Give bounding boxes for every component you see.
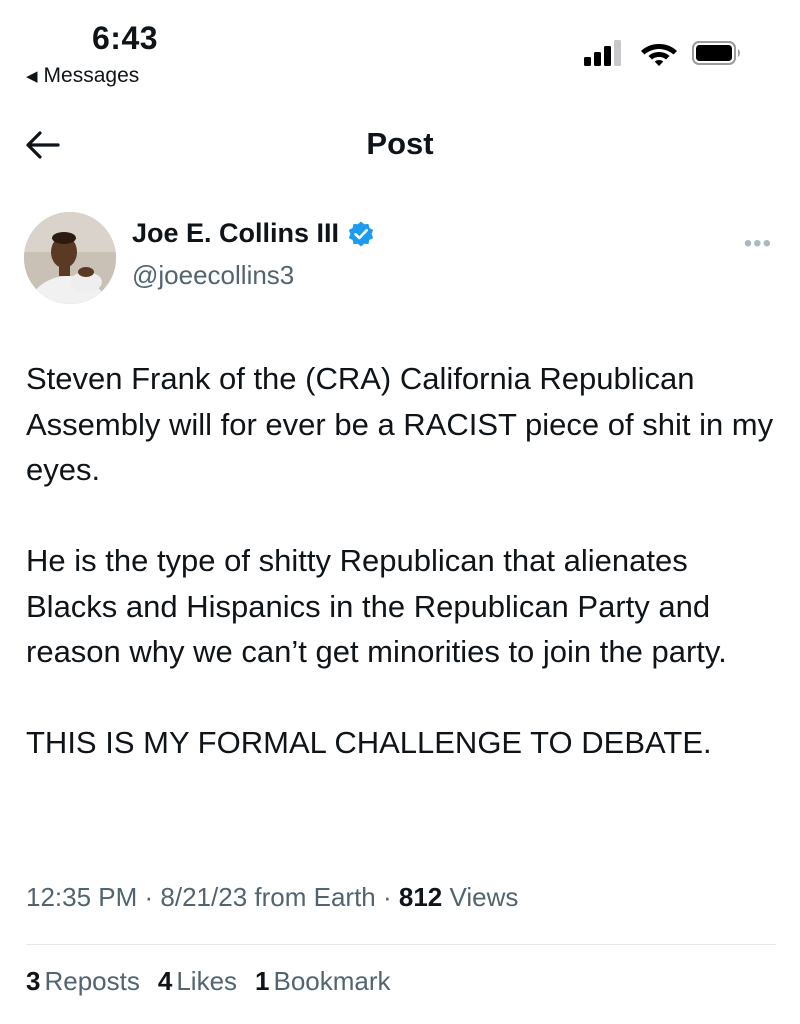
meta-separator: · [137, 882, 161, 912]
divider [26, 944, 776, 945]
views-count: 812 [398, 882, 443, 912]
likes-stat[interactable]: 4 Likes [158, 966, 237, 997]
post-source: from Earth [247, 882, 376, 912]
wifi-icon [641, 44, 677, 66]
back-to-app-link[interactable]: ◀ Messages [26, 64, 139, 88]
avatar-image [24, 212, 116, 304]
back-app-label: Messages [43, 64, 140, 87]
more-options-icon[interactable]: ••• [744, 230, 772, 258]
status-time: 6:43 [92, 20, 159, 56]
bookmarks-label: Bookmark [273, 966, 391, 996]
engagement-stats: 3 Reposts 4 Likes 1 Bookmark [26, 966, 391, 997]
likes-label: Likes [176, 966, 238, 996]
back-triangle-icon: ◀ [26, 67, 38, 85]
post-author: Joe E. Collins III @joeecollins3 ••• [24, 212, 784, 308]
reposts-label: Reposts [44, 966, 140, 996]
status-bar: 6:43 ◀ Messages [0, 0, 800, 100]
post-text: Steven Frank of the (CRA) California Rep… [26, 356, 786, 766]
battery-icon [692, 41, 740, 65]
post-paragraph: Steven Frank of the (CRA) California Rep… [26, 361, 774, 487]
post-paragraph: THIS IS MY FORMAL CHALLENGE TO DEBATE. [26, 725, 712, 760]
post-date[interactable]: 8/21/23 [160, 882, 247, 912]
bookmarks-count: 1 [255, 966, 270, 996]
post-metadata: 12:35 PM · 8/21/23 from Earth · 812 View… [26, 882, 518, 913]
likes-count: 4 [157, 966, 173, 996]
views-label: Views [442, 882, 519, 912]
cellular-signal-icon [584, 40, 621, 66]
reposts-stat[interactable]: 3 Reposts [26, 966, 140, 997]
meta-separator: · [375, 882, 399, 912]
author-handle[interactable]: @joeecollins3 [132, 260, 294, 291]
post-paragraph: He is the type of shitty Republican that… [26, 543, 727, 669]
navigation-bar: Post [0, 110, 800, 180]
avatar[interactable] [24, 212, 116, 304]
bookmarks-stat[interactable]: 1 Bookmark [255, 966, 391, 997]
post-time[interactable]: 12:35 PM [26, 882, 137, 912]
author-name[interactable]: Joe E. Collins III [132, 218, 339, 249]
reposts-count: 3 [26, 966, 41, 996]
page-title: Post [366, 126, 434, 161]
verified-badge-icon [348, 221, 374, 246]
